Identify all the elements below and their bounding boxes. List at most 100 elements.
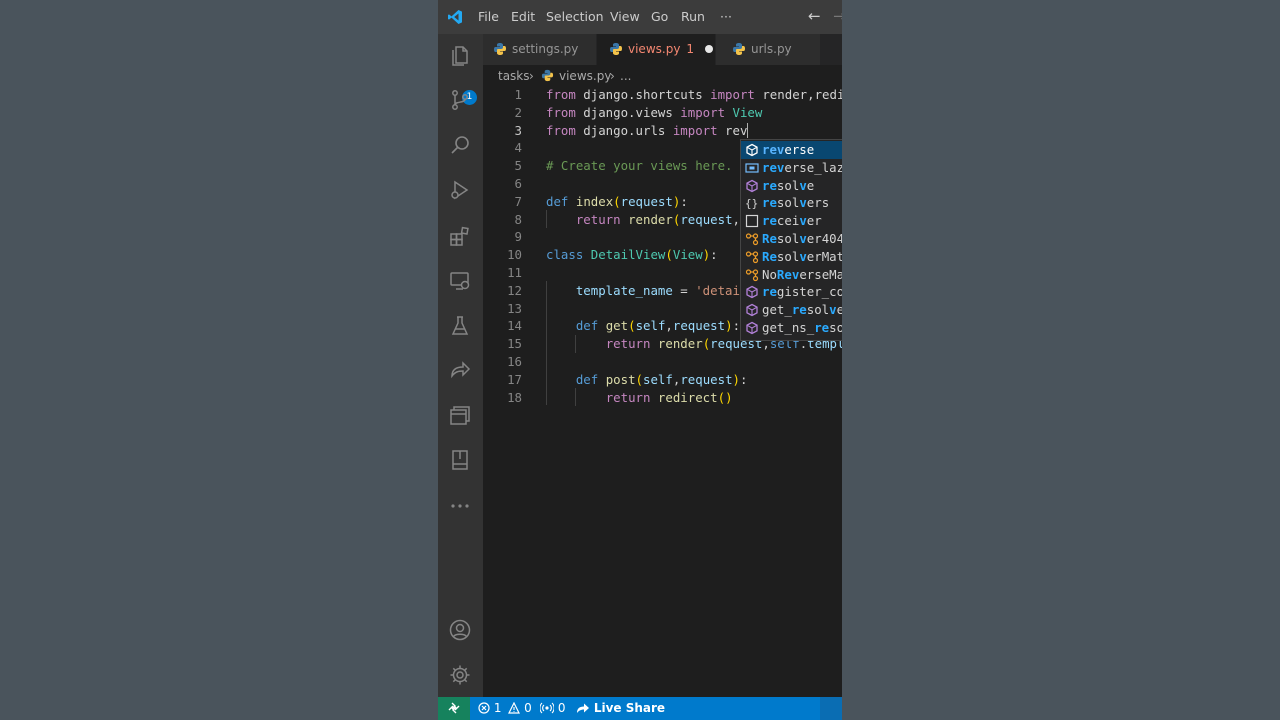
chevron-right-icon: › (529, 69, 534, 83)
suggestion-label: Resolver404 (762, 231, 842, 246)
forward-arrow-icon[interactable]: → (833, 7, 842, 25)
status-bar: 1 0 0 Live Share (438, 697, 842, 720)
line-number: 8 (514, 211, 522, 227)
code-text[interactable]: def index(request): (546, 193, 688, 211)
breadcrumb: tasks › views.py › ... (483, 65, 842, 87)
line-number: 11 (507, 265, 522, 280)
ports-indicator[interactable]: 0 (539, 697, 566, 720)
suggestion-item[interactable]: Resolver404 (741, 230, 842, 248)
code-text[interactable]: def get(self,request): (546, 317, 740, 335)
module-kind-icon (745, 285, 759, 299)
tab-urls-py[interactable]: urls.py (716, 34, 820, 65)
suggestion-label: resolve (762, 177, 815, 193)
status-overflow (820, 697, 842, 720)
suggestion-item[interactable]: reverse_lazy (741, 159, 842, 177)
svg-text:{}: {} (745, 197, 758, 210)
bookmark-icon[interactable] (448, 448, 472, 472)
live-share-icon (577, 703, 589, 713)
python-file-icon (610, 43, 622, 55)
suggestion-item[interactable]: get_ns_resolver (741, 319, 842, 337)
vscode-window: File Edit Selection View Go Run ··· ← → … (438, 0, 842, 720)
class-kind-icon (745, 268, 759, 282)
breadcrumb-symbols[interactable]: ... (620, 65, 631, 87)
menu-go[interactable]: Go (651, 9, 668, 24)
remote-explorer-icon[interactable] (448, 269, 472, 293)
suggestion-label: register_converter (762, 284, 842, 300)
activity-bar: 1 (438, 34, 483, 697)
menu-more[interactable]: ··· (720, 9, 732, 24)
line-number: 2 (514, 104, 522, 120)
tab-problem-count: 1 (686, 42, 695, 56)
menu-edit[interactable]: Edit (511, 9, 535, 24)
line-number: 6 (514, 176, 522, 191)
suggestion-item[interactable]: receiver (741, 212, 842, 230)
files-icon[interactable] (448, 44, 472, 68)
search-icon[interactable] (448, 133, 472, 157)
panels-icon[interactable] (448, 404, 472, 428)
code-text[interactable]: class DetailView(View): (546, 246, 718, 264)
menu-run[interactable]: Run (681, 9, 705, 24)
suggestion-item[interactable]: register_converter (741, 283, 842, 301)
source-control-icon[interactable] (448, 88, 472, 112)
suggestion-item[interactable]: resolve (741, 177, 842, 195)
module-kind-icon (745, 303, 759, 317)
run-debug-icon[interactable] (448, 178, 472, 202)
line-number: 14 (507, 318, 522, 334)
problems-indicator[interactable]: 1 0 (478, 697, 532, 720)
live-share-label: Live Share (593, 701, 666, 715)
error-count: 1 (493, 701, 502, 715)
suggestion-label: get_resolver (762, 302, 842, 318)
editor-tabs: settings.py views.py 1 urls.py (483, 34, 842, 65)
suggestion-item[interactable]: ResolverMatch (741, 248, 842, 266)
namespace-kind-icon: {} (745, 196, 759, 210)
broadcast-icon (539, 702, 555, 714)
line-number: 12 (507, 282, 522, 298)
live-share-icon[interactable] (448, 358, 472, 382)
breadcrumb-file[interactable]: views.py (559, 65, 611, 87)
account-icon[interactable] (448, 618, 472, 642)
line-number: 15 (507, 336, 522, 352)
text-kind-icon (745, 214, 759, 228)
python-file-icon (541, 69, 554, 82)
back-arrow-icon[interactable]: ← (808, 7, 821, 25)
line-number: 7 (514, 193, 522, 209)
vscode-logo-icon (448, 10, 462, 24)
code-text[interactable]: from django.urls import rev (546, 122, 749, 140)
settings-gear-icon[interactable] (448, 663, 472, 687)
code-text[interactable]: return redirect() (546, 389, 733, 407)
autocomplete-suggestions: reverse reverse_lazyresolve {} resolvers rec… (740, 139, 842, 341)
class-kind-icon (745, 232, 759, 246)
more-icon[interactable] (448, 494, 472, 518)
menu-file[interactable]: File (478, 9, 499, 24)
line-number: 9 (514, 229, 522, 245)
menu-view[interactable]: View (610, 9, 640, 24)
code-text[interactable]: from django.views import View (546, 104, 762, 122)
suggestion-item[interactable]: {} resolvers (741, 194, 842, 212)
suggestion-label: get_ns_resolver (762, 320, 842, 335)
code-text[interactable]: # Create your views here. (546, 157, 733, 175)
suggestion-label: receiver (762, 213, 822, 229)
tab-settings-py[interactable]: settings.py (483, 34, 596, 65)
ports-count: 0 (557, 701, 566, 715)
suggestion-label: resolvers (762, 195, 830, 211)
breadcrumb-folder[interactable]: tasks (498, 65, 530, 87)
code-text[interactable]: from django.shortcuts import render,redi… (546, 86, 842, 104)
testing-icon[interactable] (448, 314, 472, 338)
live-share-status[interactable]: Live Share (576, 697, 665, 720)
menu-selection[interactable]: Selection (546, 9, 604, 24)
line-number: 1 (514, 87, 522, 102)
code-text[interactable]: def post(self,request): (546, 371, 748, 389)
suggestion-item[interactable]: reverse (741, 141, 842, 159)
python-file-icon (733, 43, 745, 55)
tab-label: views.py (628, 42, 681, 56)
line-number: 18 (507, 389, 522, 405)
unsaved-dot-icon[interactable] (705, 45, 714, 53)
extensions-icon[interactable] (448, 224, 472, 248)
suggestion-item[interactable]: get_resolver (741, 301, 842, 319)
remote-indicator[interactable] (438, 697, 470, 720)
suggestion-item[interactable]: NoReverseMatch (741, 266, 842, 284)
line-number: 4 (514, 140, 522, 156)
tab-views-py[interactable]: views.py 1 (597, 34, 715, 65)
module-kind-icon (745, 179, 759, 193)
warning-count: 0 (524, 701, 532, 715)
